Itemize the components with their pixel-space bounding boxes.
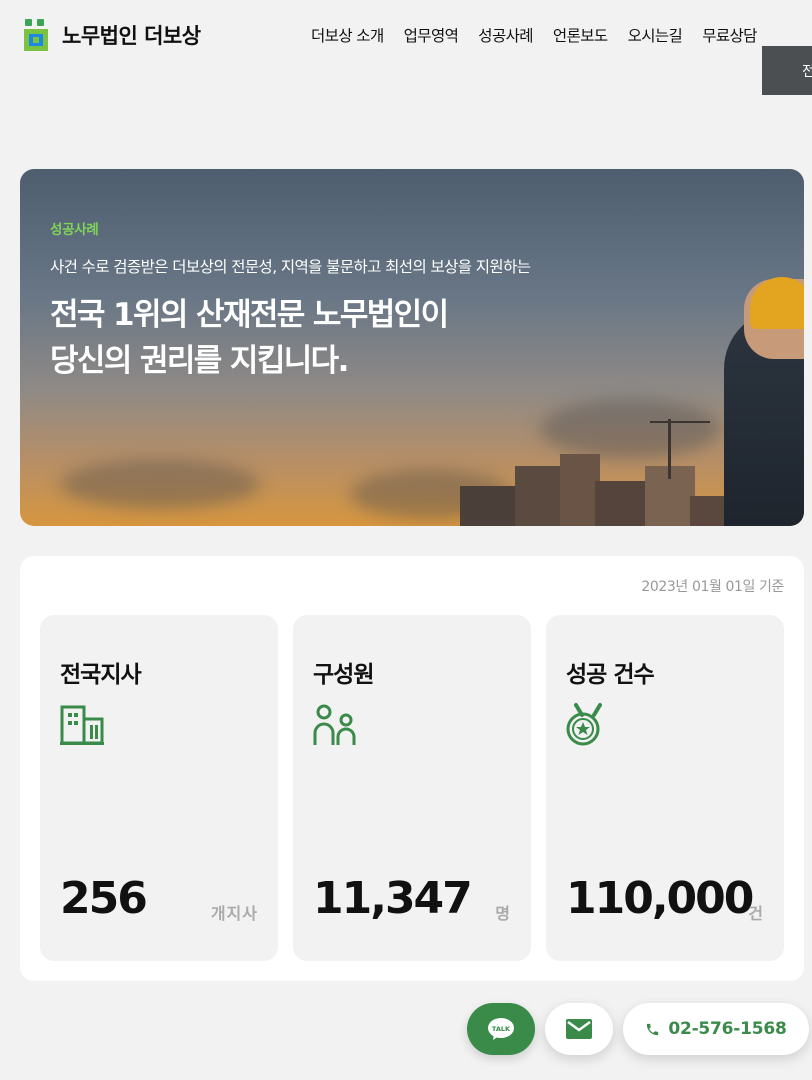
nav-item-about[interactable]: 더보상 소개 xyxy=(311,24,384,46)
nav-item-cases[interactable]: 성공사례 xyxy=(478,24,533,46)
mail-button[interactable] xyxy=(545,1003,613,1055)
nav-item-location[interactable]: 오시는길 xyxy=(628,24,683,46)
sub-nav-button[interactable]: 전 xyxy=(762,46,812,95)
hero-title-line1: 전국 1위의 산재전문 노무법인이 xyxy=(50,297,449,333)
mail-icon xyxy=(566,1019,592,1039)
stats-panel: 2023년 01월 01일 기준 전국지사 256 개지사 구성원 11,347… xyxy=(20,556,804,981)
site-header: 노무법인 더보상 더보상 소개 업무영역 성공사례 언론보도 오시는길 무료상담… xyxy=(0,0,812,95)
building-icon xyxy=(60,705,104,745)
stat-card-cases: 성공 건수 110,000 건 xyxy=(546,615,784,961)
nav-item-services[interactable]: 업무영역 xyxy=(404,24,459,46)
logo[interactable]: 노무법인 더보상 xyxy=(24,19,201,51)
phone-number: 02-576-1568 xyxy=(668,1019,787,1039)
stat-card-members: 구성원 11,347 명 xyxy=(293,615,531,961)
stat-title: 성공 건수 xyxy=(566,662,655,688)
nav-item-consult[interactable]: 무료상담 xyxy=(702,24,757,46)
logo-icon xyxy=(24,19,48,51)
phone-icon xyxy=(647,1023,659,1035)
stat-value: 110,000 xyxy=(566,873,754,924)
talk-bubble-icon: TALK xyxy=(488,1018,514,1040)
logo-text: 노무법인 더보상 xyxy=(62,24,201,48)
people-icon xyxy=(313,704,356,745)
phone-call-button[interactable]: 02-576-1568 xyxy=(623,1003,809,1055)
stat-title: 구성원 xyxy=(313,662,374,688)
stat-unit: 개지사 xyxy=(210,904,258,923)
nav-item-press[interactable]: 언론보도 xyxy=(553,24,608,46)
stat-value: 256 xyxy=(60,873,148,924)
hero-label: 성공사례 xyxy=(50,222,99,238)
stats-date: 2023년 01월 01일 기준 xyxy=(641,579,784,595)
stat-title: 전국지사 xyxy=(60,662,142,688)
medal-icon xyxy=(566,703,602,746)
hero-subtitle: 사건 수로 검증받은 더보상의 전문성, 지역을 불문하고 최선의 보상을 지원… xyxy=(50,258,531,276)
hero-banner: 성공사례 사건 수로 검증받은 더보상의 전문성, 지역을 불문하고 최선의 보… xyxy=(20,169,804,526)
stat-unit: 명 xyxy=(495,904,511,923)
stat-card-branches: 전국지사 256 개지사 xyxy=(40,615,278,961)
stat-value: 11,347 xyxy=(313,873,473,924)
hero-title-line2: 당신의 권리를 지킵니다. xyxy=(50,343,349,379)
hero-title: 전국 1위의 산재전문 노무법인이 당신의 권리를 지킵니다. xyxy=(50,292,449,384)
kakao-talk-button[interactable]: TALK xyxy=(467,1003,535,1055)
stat-unit: 건 xyxy=(748,904,764,923)
talk-label: TALK xyxy=(492,1025,511,1033)
main-nav: 더보상 소개 업무영역 성공사례 언론보도 오시는길 무료상담 xyxy=(311,24,757,46)
